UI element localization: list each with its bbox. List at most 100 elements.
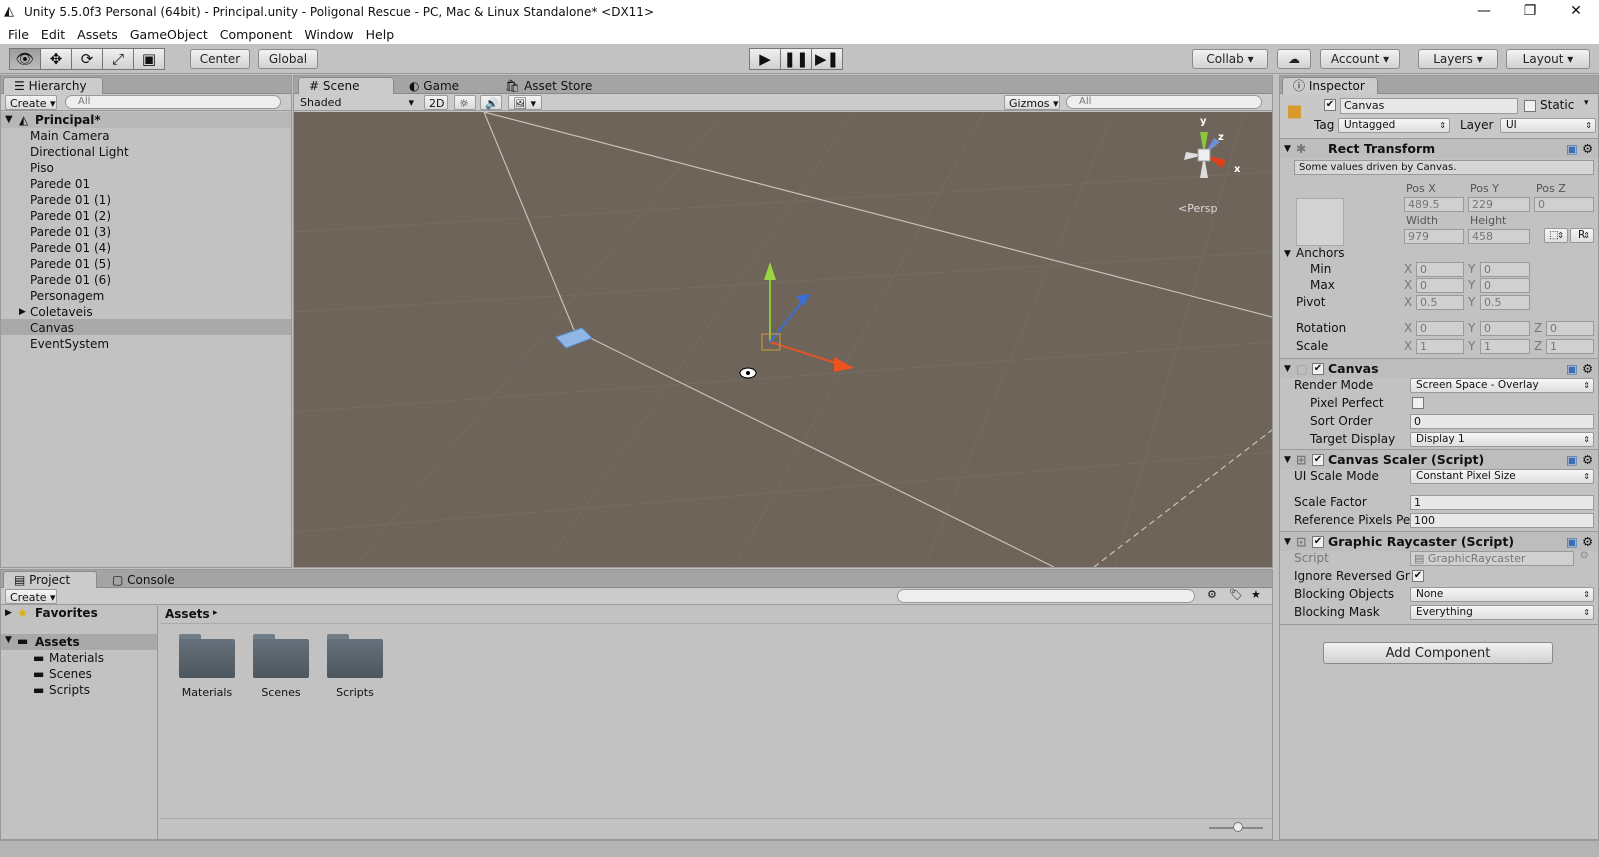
layers-dropdown[interactable]: Layers ▾ (1418, 49, 1498, 69)
canvas-scaler-header[interactable]: ▼ ⊞ ✔ Canvas Scaler (Script) ▣ ⚙ (1280, 449, 1598, 469)
rect-tool-icon[interactable]: ▣ (133, 48, 165, 70)
orientation-gizmo[interactable]: y z x <Persp (1174, 116, 1244, 215)
move-tool-icon[interactable]: ✥ (40, 48, 72, 70)
scene-root-row[interactable]: ▼ ◭ Principal* (1, 112, 291, 128)
object-picker-icon[interactable]: ⊙ (1580, 550, 1588, 561)
pivot-toggle[interactable]: Center (190, 49, 250, 69)
scale-tool-icon[interactable]: ⤢ (102, 48, 134, 70)
canvas-object-icon[interactable] (555, 327, 593, 349)
tab-scene[interactable]: # Scene (298, 77, 394, 94)
account-dropdown[interactable]: Account ▾ (1320, 49, 1400, 69)
expand-arrow-icon[interactable]: ▼ (1284, 359, 1291, 379)
blocking-mask-dropdown[interactable]: Everything (1410, 605, 1594, 620)
hand-tool-icon[interactable]: 👁 (9, 48, 41, 70)
tab-console[interactable]: ▢ Console (101, 571, 186, 588)
scene-search-input[interactable]: All (1066, 95, 1262, 109)
hierarchy-item[interactable]: Parede 01 (2) (30, 208, 111, 224)
menu-file[interactable]: File (4, 27, 37, 42)
menu-edit[interactable]: Edit (37, 27, 73, 42)
object-name-field[interactable]: Canvas (1340, 98, 1518, 114)
tab-project[interactable]: ▤ Project (3, 571, 97, 588)
collapse-arrow-icon[interactable]: ▶ (19, 304, 26, 320)
settings-gear-icon[interactable]: ⚙ (1582, 450, 1593, 470)
menu-gameobject[interactable]: GameObject (126, 27, 216, 42)
active-checkbox[interactable]: ✔ (1324, 99, 1336, 111)
scale-factor-field[interactable]: 1 (1410, 495, 1594, 510)
folder-scripts[interactable] (327, 634, 383, 678)
project-search-input[interactable] (897, 589, 1195, 603)
filter-type-icon[interactable]: ⚙ (1207, 588, 1217, 601)
favorite-star-icon[interactable]: ★ (1251, 588, 1261, 601)
hierarchy-search-input[interactable]: All (65, 95, 281, 109)
hierarchy-item[interactable]: Parede 01 (3) (30, 224, 111, 240)
expand-arrow-icon[interactable]: ▼ (1284, 532, 1291, 552)
canvas-component-header[interactable]: ▼ ▢ ✔ Canvas ▣ ⚙ (1280, 358, 1598, 378)
play-button[interactable]: ▶ (749, 48, 781, 70)
help-icon[interactable]: ▣ (1566, 450, 1578, 470)
folder-materials[interactable] (179, 634, 235, 678)
canvas-scaler-enabled-checkbox[interactable]: ✔ (1312, 454, 1324, 466)
settings-gear-icon[interactable]: ⚙ (1582, 359, 1593, 379)
cloud-button[interactable]: ☁ (1277, 49, 1311, 69)
tab-inspector[interactable]: ⓘ Inspector (1282, 77, 1378, 94)
filter-label-icon[interactable]: 🏷 (1229, 588, 1243, 601)
graphic-raycaster-header[interactable]: ▼ ⊡ ✔ Graphic Raycaster (Script) ▣ ⚙ (1280, 531, 1598, 551)
layout-dropdown[interactable]: Layout ▾ (1506, 49, 1590, 69)
rect-transform-header[interactable]: ▼ ✱ Rect Transform ▣ ⚙ (1280, 138, 1598, 158)
expand-arrow-icon[interactable]: ▼ (1284, 450, 1291, 470)
menu-component[interactable]: Component (216, 27, 301, 42)
settings-gear-icon[interactable]: ⚙ (1582, 139, 1593, 159)
breadcrumb-assets[interactable]: Assets (165, 607, 210, 621)
favorites-label[interactable]: Favorites (35, 606, 98, 620)
settings-gear-icon[interactable]: ⚙ (1582, 532, 1593, 552)
hierarchy-create-dropdown[interactable]: Create ▾ (5, 95, 57, 110)
hierarchy-item-selected[interactable]: Canvas (30, 320, 74, 336)
space-toggle[interactable]: Global (258, 49, 318, 69)
help-icon[interactable]: ▣ (1566, 359, 1578, 379)
hierarchy-item[interactable]: Parede 01 (5) (30, 256, 111, 272)
ui-scale-mode-dropdown[interactable]: Constant Pixel Size (1410, 469, 1594, 484)
tag-dropdown[interactable]: Untagged (1338, 118, 1450, 133)
tab-asset-store[interactable]: 🛍 Asset Store (494, 77, 603, 94)
raw-edit-button[interactable]: R (1570, 228, 1594, 243)
static-checkbox[interactable] (1524, 100, 1536, 112)
hierarchy-item[interactable]: Parede 01 (6) (30, 272, 111, 288)
project-create-dropdown[interactable]: Create ▾ (5, 589, 57, 604)
expand-arrow-icon[interactable]: ▼ (1284, 139, 1291, 159)
expand-arrow-icon[interactable]: ▼ (5, 112, 13, 128)
render-mode-dropdown[interactable]: Screen Space - Overlay (1410, 378, 1594, 393)
rotate-tool-icon[interactable]: ⟳ (71, 48, 103, 70)
hierarchy-item[interactable]: Personagem (30, 288, 104, 304)
collab-button[interactable]: Collab ▾ (1192, 49, 1268, 69)
close-button[interactable]: ✕ (1553, 0, 1599, 24)
persp-label[interactable]: <Persp (1178, 202, 1217, 215)
static-dropdown-icon[interactable]: ▾ (1584, 98, 1589, 108)
ignore-reversed-checkbox[interactable]: ✔ (1412, 570, 1424, 582)
folder-scenes[interactable] (253, 634, 309, 678)
hierarchy-item[interactable]: Parede 01 (1) (30, 192, 111, 208)
tree-folder-item[interactable]: Materials (49, 651, 104, 665)
assets-tree-row[interactable]: ▼ ▬ Assets (1, 634, 157, 650)
hierarchy-item[interactable]: Piso (30, 160, 54, 176)
tree-folder-item[interactable]: Scenes (49, 667, 92, 681)
sort-order-field[interactable]: 0 (1410, 414, 1594, 429)
restore-button[interactable]: ❐ (1507, 0, 1553, 24)
hierarchy-item[interactable]: Parede 01 (4) (30, 240, 111, 256)
step-button[interactable]: ▶❚ (811, 48, 843, 70)
zoom-slider-thumb[interactable] (1233, 822, 1243, 832)
hierarchy-item[interactable]: Coletaveis (30, 304, 93, 320)
layer-dropdown[interactable]: UI (1500, 118, 1596, 133)
help-icon[interactable]: ▣ (1566, 532, 1578, 552)
audio-toggle[interactable]: 🔊 (480, 95, 502, 110)
ref-ppu-field[interactable]: 100 (1410, 513, 1594, 528)
shading-dropdown[interactable]: Shaded ▾ (296, 95, 416, 110)
hierarchy-item[interactable]: Parede 01 (30, 176, 90, 192)
scene-viewport[interactable]: y z x <Persp (293, 111, 1273, 568)
anchor-preset-button[interactable] (1296, 198, 1344, 246)
tab-hierarchy[interactable]: ☰ Hierarchy (3, 77, 103, 94)
hierarchy-item[interactable]: Directional Light (30, 144, 129, 160)
tab-game[interactable]: ◐ Game (398, 77, 470, 94)
tree-folder-item[interactable]: Scripts (49, 683, 90, 697)
canvas-enabled-checkbox[interactable]: ✔ (1312, 363, 1324, 375)
pause-button[interactable]: ❚❚ (780, 48, 812, 70)
